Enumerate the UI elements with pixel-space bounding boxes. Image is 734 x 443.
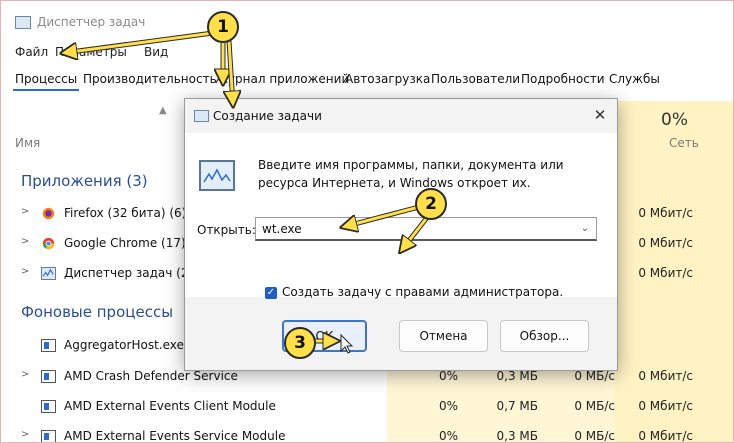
mouse-cursor-icon: [340, 333, 354, 354]
arrow-to-input: [343, 204, 420, 227]
arrow-to-dialog-title: [229, 40, 233, 105]
task-manager-window: Диспетчер задач Файл Параметры Вид Проце…: [0, 0, 734, 443]
arrow-to-admin-checkbox: [401, 213, 431, 251]
arrow-to-file-menu: [63, 30, 214, 53]
annotation-arrows: [1, 30, 431, 354]
step-badge-3: 3: [284, 327, 316, 359]
step-badge-1: 1: [207, 11, 239, 43]
step-badge-2: 2: [415, 188, 447, 220]
